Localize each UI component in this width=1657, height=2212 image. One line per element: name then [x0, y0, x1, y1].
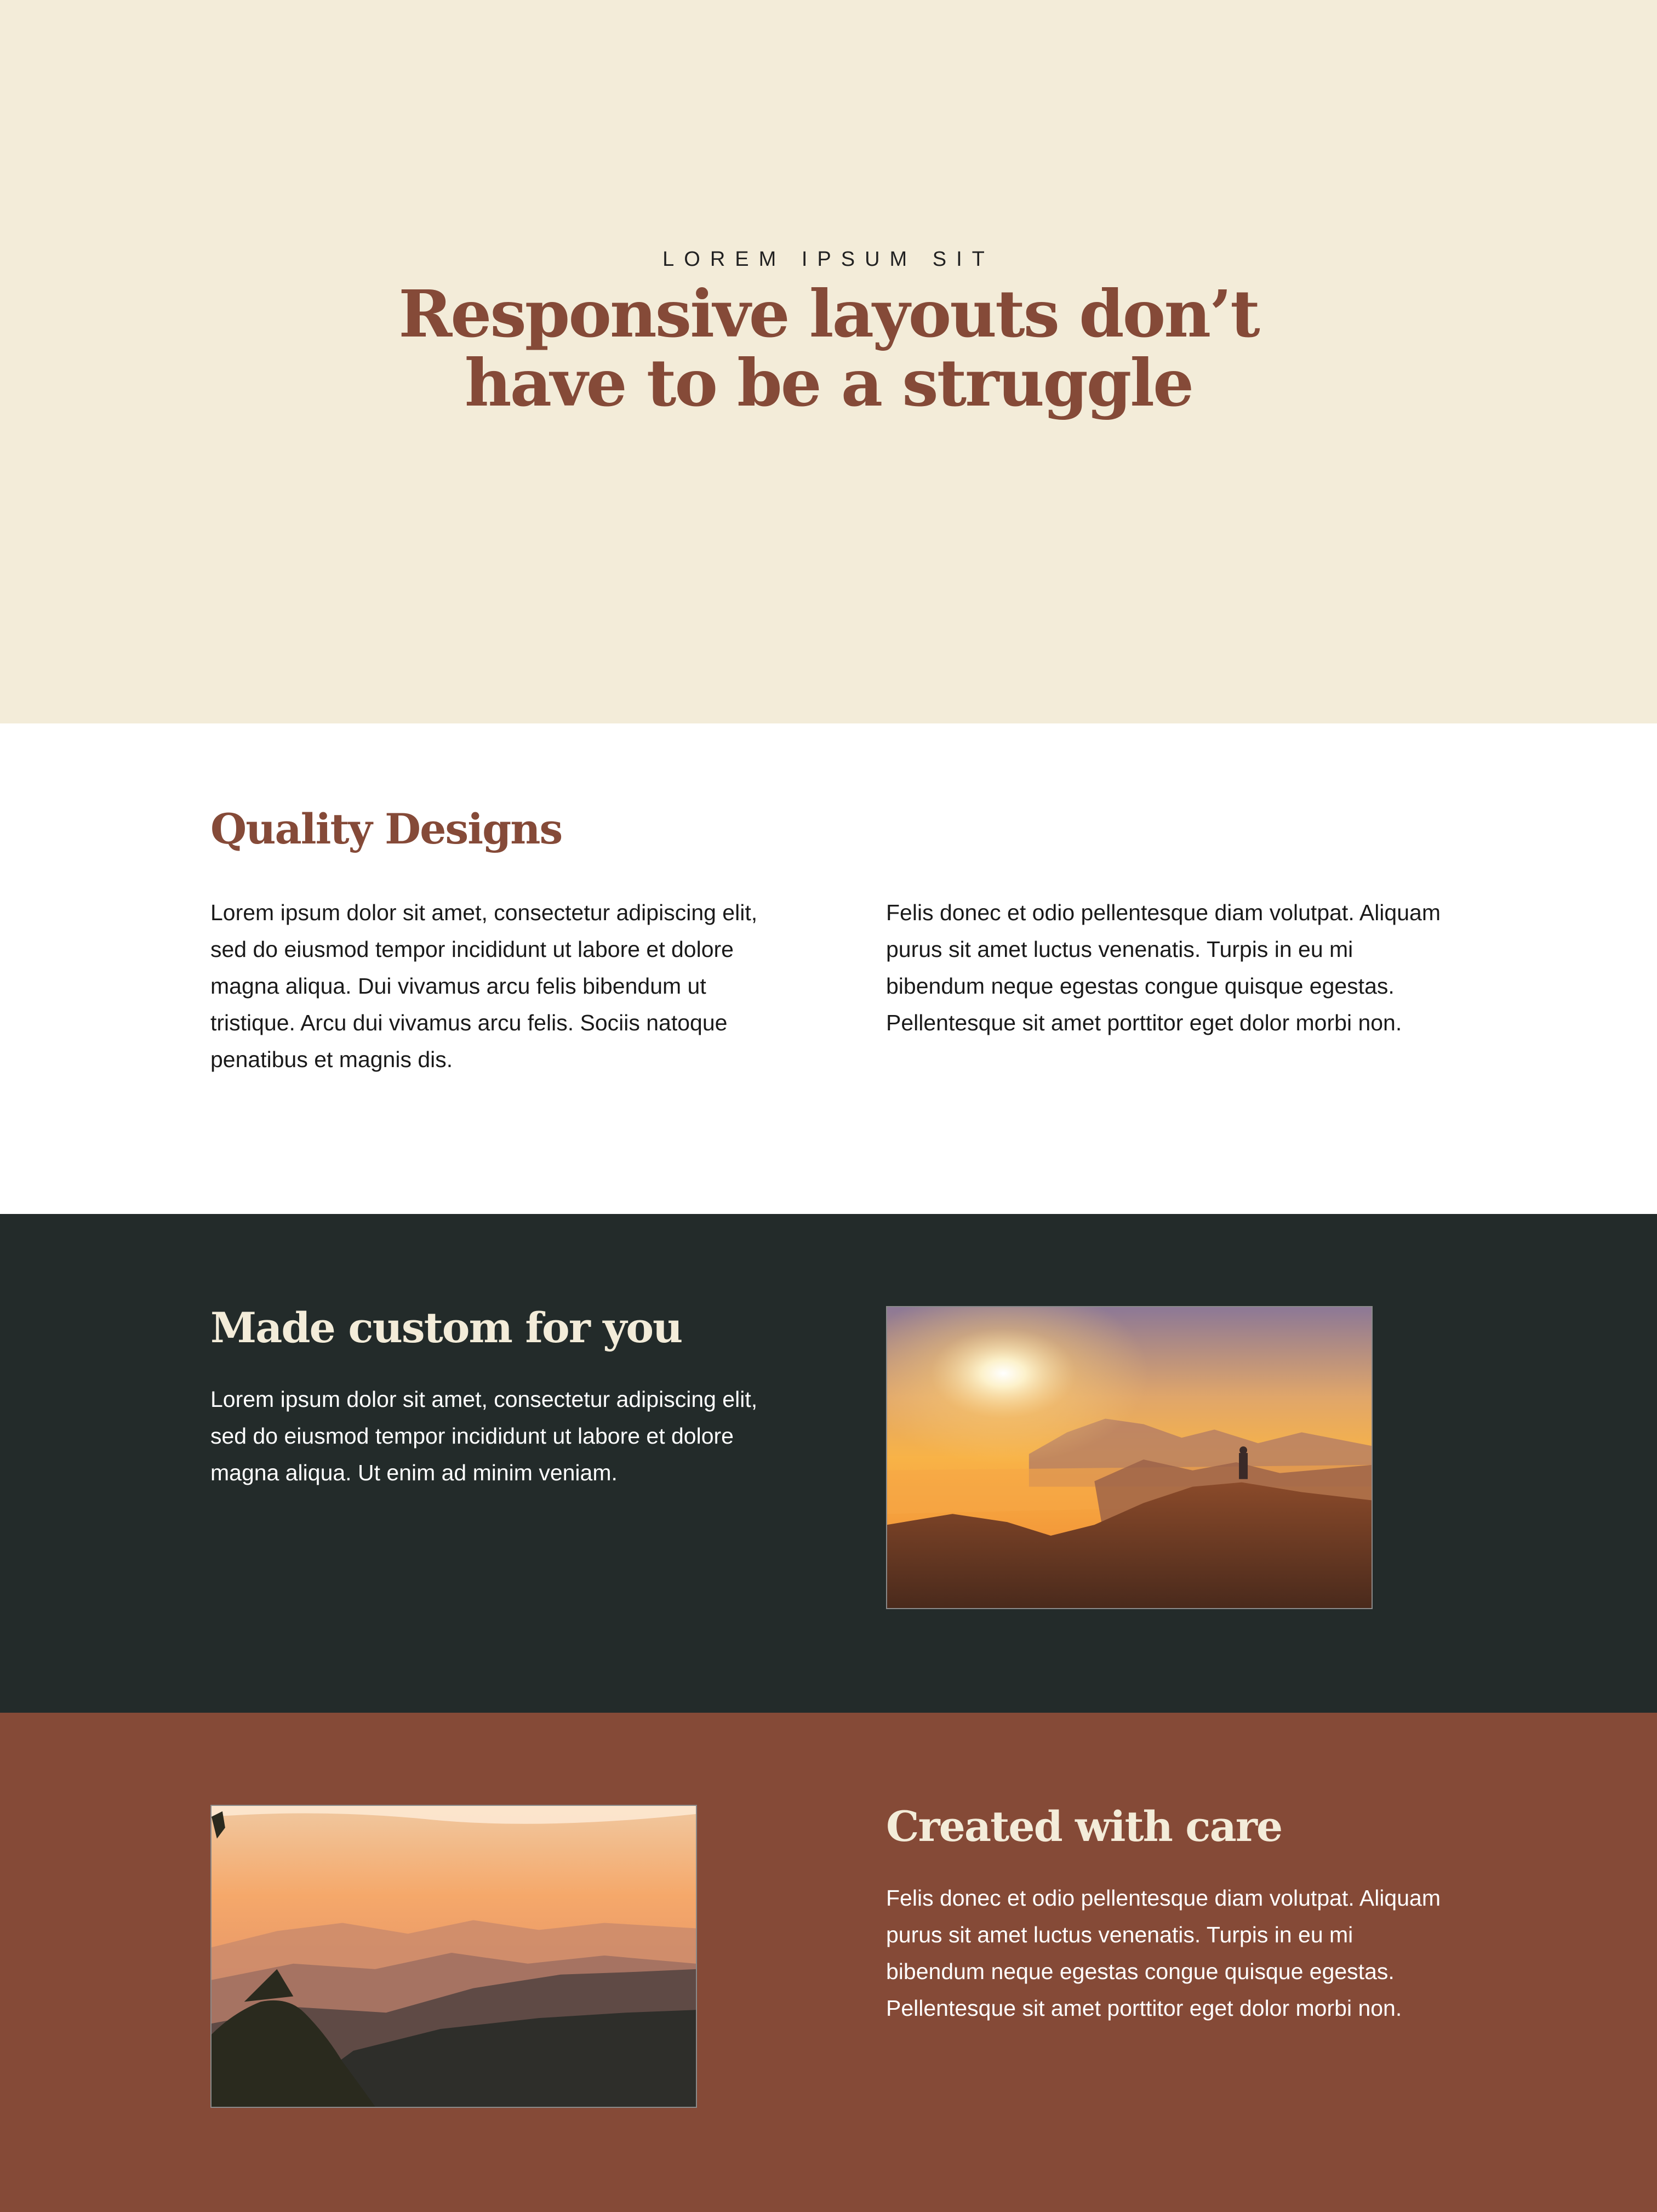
- hero-section: LOREM IPSUM SIT Responsive layouts don’t…: [0, 0, 1657, 723]
- mountain-sunset-image: [210, 1805, 697, 2108]
- custom-container: Made custom for you Lorem ipsum dolor si…: [210, 1214, 1447, 1713]
- hero-eyebrow: LOREM IPSUM SIT: [662, 248, 995, 271]
- quality-section: Quality Designs Lorem ipsum dolor sit am…: [0, 723, 1657, 1214]
- quality-left-text: Lorem ipsum dolor sit amet, consectetur …: [210, 900, 758, 1072]
- custom-heading: Made custom for you: [210, 1303, 683, 1352]
- custom-text: Lorem ipsum dolor sit amet, consectetur …: [210, 1387, 758, 1485]
- quality-container: Quality Designs Lorem ipsum dolor sit am…: [210, 723, 1447, 1214]
- care-container: Created with care Felis donec et odio pe…: [210, 1713, 1447, 2212]
- hero-title: Responsive layouts don’t have to be a st…: [363, 280, 1294, 418]
- sunrise-hiker-image: [886, 1306, 1373, 1609]
- care-section: Created with care Felis donec et odio pe…: [0, 1713, 1657, 2212]
- custom-section: Made custom for you Lorem ipsum dolor si…: [0, 1214, 1657, 1713]
- hero-title-line-1: Responsive layouts don’t: [398, 276, 1260, 352]
- quality-heading: Quality Designs: [210, 805, 563, 853]
- care-text: Felis donec et odio pellentesque diam vo…: [886, 1885, 1441, 2021]
- quality-right-text: Felis donec et odio pellentesque diam vo…: [886, 900, 1441, 1035]
- care-heading: Created with care: [886, 1802, 1283, 1851]
- hero-title-line-2: have to be a struggle: [464, 345, 1194, 421]
